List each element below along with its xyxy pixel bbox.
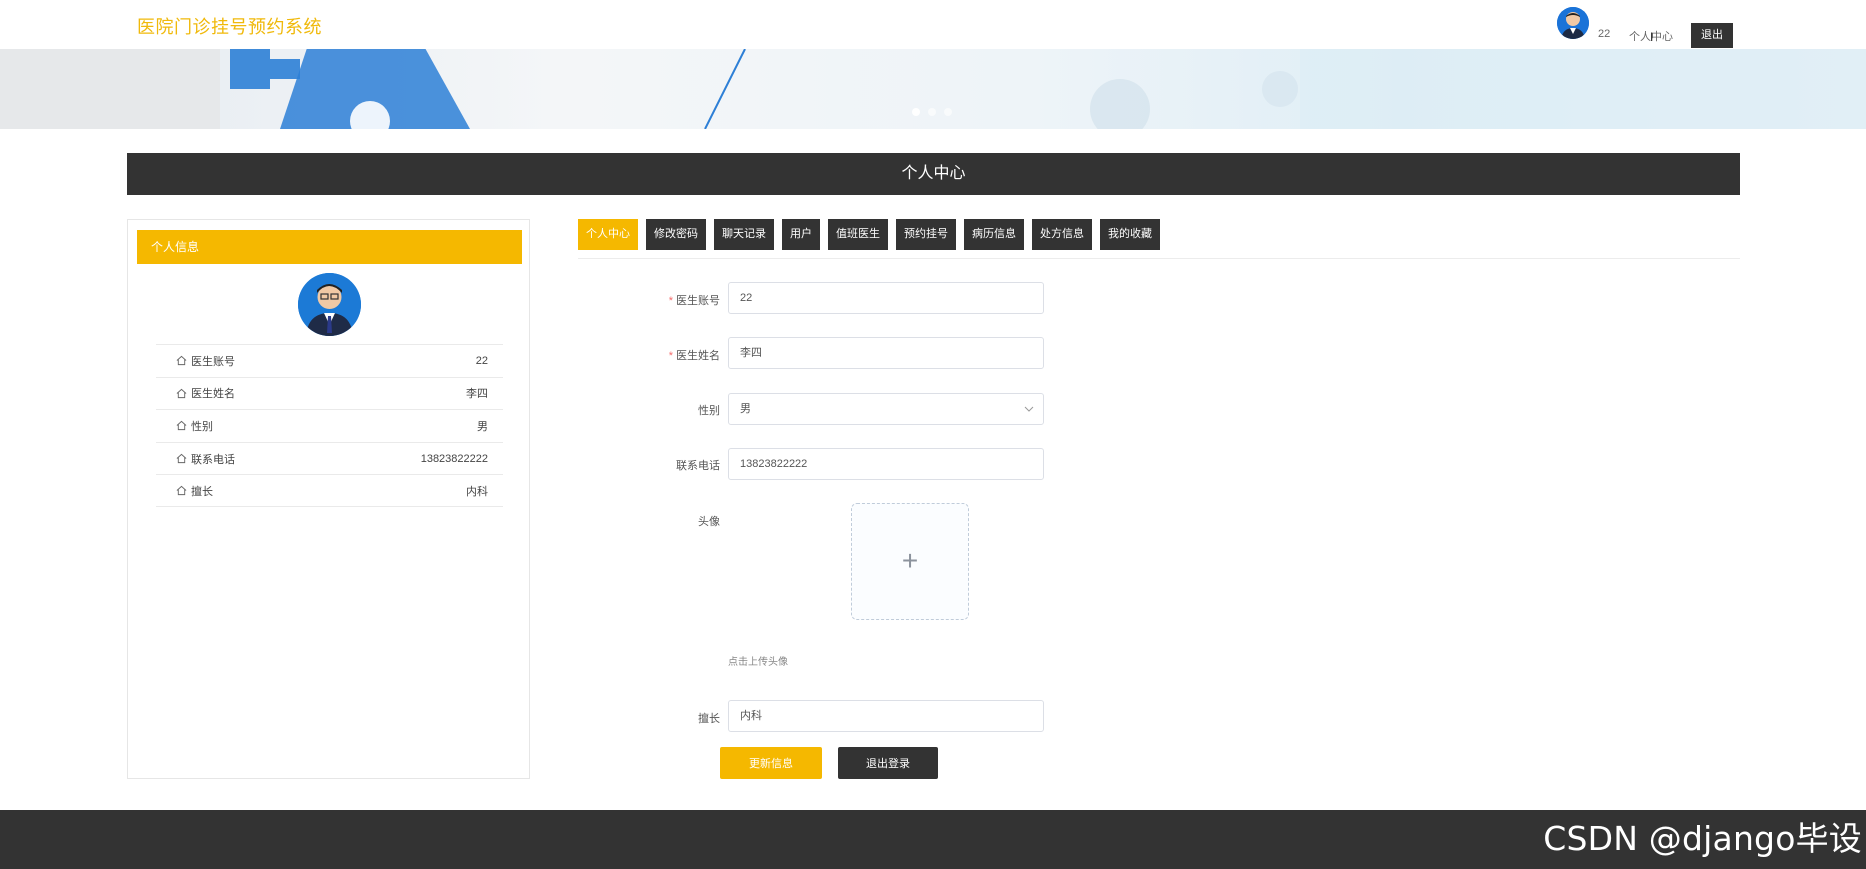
banner-carousel [0,49,1866,129]
home-icon [176,421,187,431]
profile-info-list: 医生账号 22 医生姓名 李四 性别 男 联系电话 13823822222 擅长… [156,344,503,507]
header-username: 22 [1598,28,1611,40]
section-title-bar: 个人中心 [127,153,1740,195]
specialty-field[interactable]: 内科 [728,700,1044,732]
gender-select-value: 男 [740,403,751,415]
banner-image [0,49,1866,129]
avatar-upload[interactable]: + [851,503,969,620]
site-title[interactable]: 医院门诊挂号预约系统 [137,13,322,39]
required-mark: * [668,350,673,362]
carousel-dot[interactable] [928,108,936,116]
info-row-gender: 性别 男 [156,409,503,442]
watermark: CSDN @django毕设 [1543,819,1862,858]
tabs-divider [578,258,1740,259]
info-value: 内科 [466,485,488,498]
info-label-text: 联系电话 [191,453,235,466]
home-icon [176,453,187,464]
tab-favorites[interactable]: 我的收藏 [1100,219,1160,250]
account-label: * 医生账号 [610,292,720,308]
info-value: 男 [477,420,488,433]
info-label-text: 医生姓名 [191,388,235,401]
plus-icon: + [901,545,919,576]
carousel-dots [912,108,952,116]
info-label-specialty: 擅长 [176,483,213,499]
tab-medical-records[interactable]: 病历信息 [964,219,1024,250]
info-row-phone: 联系电话 13823822222 [156,441,503,475]
info-value: 李四 [466,388,488,401]
tab-prescriptions[interactable]: 处方信息 [1032,219,1092,250]
profile-avatar [298,273,361,336]
gender-select[interactable]: 男 [728,393,1044,425]
tab-chat-records[interactable]: 聊天记录 [714,219,774,250]
phone-field[interactable]: 13823822222 [728,448,1044,480]
logout-account-button[interactable]: 退出登录 [838,747,938,779]
profile-tabs: 个人中心 修改密码 聊天记录 用户 值班医生 预约挂号 病历信息 处方信息 我的… [578,219,1160,250]
home-icon [176,356,187,366]
info-value: 13823822222 [420,452,488,465]
profile-panel-title: 个人信息 [137,230,522,264]
info-row-account: 医生账号 22 [156,344,503,377]
carousel-dot[interactable] [912,108,920,116]
info-label-name: 医生姓名 [176,385,235,401]
info-label-text: 性别 [191,420,213,433]
tab-users[interactable]: 用户 [782,219,820,250]
carousel-dot[interactable] [944,108,952,116]
info-label-phone: 联系电话 [176,451,235,467]
info-label-text: 医生账号 [191,355,235,368]
info-row-name: 医生姓名 李四 [156,376,503,410]
specialty-label: 擅长 [698,713,720,725]
tab-change-password[interactable]: 修改密码 [646,219,706,250]
name-label: * 医生姓名 [610,347,720,363]
logout-button[interactable]: 退出 [1691,23,1733,48]
phone-label: 联系电话 [676,460,720,472]
avatar-label: 头像 [698,516,720,528]
tab-appointments[interactable]: 预约挂号 [896,219,956,250]
required-mark: * [668,295,673,307]
gender-label: 性别 [698,405,720,417]
user-avatar[interactable] [1557,7,1589,39]
chevron-down-icon [1024,406,1034,412]
info-label-text: 擅长 [191,485,213,498]
top-header: 医院门诊挂号预约系统 22 个人中心 I 退出 [0,0,1866,49]
profile-info-panel: 个人信息 医生账号 22 医生姓名 李四 性别 男 联系电话 138238222… [127,219,530,779]
account-label-text: 医生账号 [676,295,720,307]
text-cursor-icon: I [1650,30,1654,44]
name-field[interactable]: 李四 [728,337,1044,369]
home-icon [176,388,187,398]
info-row-specialty: 擅长 内科 [156,474,503,507]
account-field[interactable]: 22 [728,282,1044,314]
info-label-account: 医生账号 [176,353,235,369]
home-icon [176,485,187,496]
info-value: 22 [475,354,488,367]
info-label-gender: 性别 [176,418,213,434]
update-info-button[interactable]: 更新信息 [720,747,822,779]
tab-duty-doctors[interactable]: 值班医生 [828,219,888,250]
upload-tip: 点击上传头像 [728,657,788,668]
name-label-text: 医生姓名 [676,350,720,362]
tab-personal-center[interactable]: 个人中心 [578,219,638,250]
